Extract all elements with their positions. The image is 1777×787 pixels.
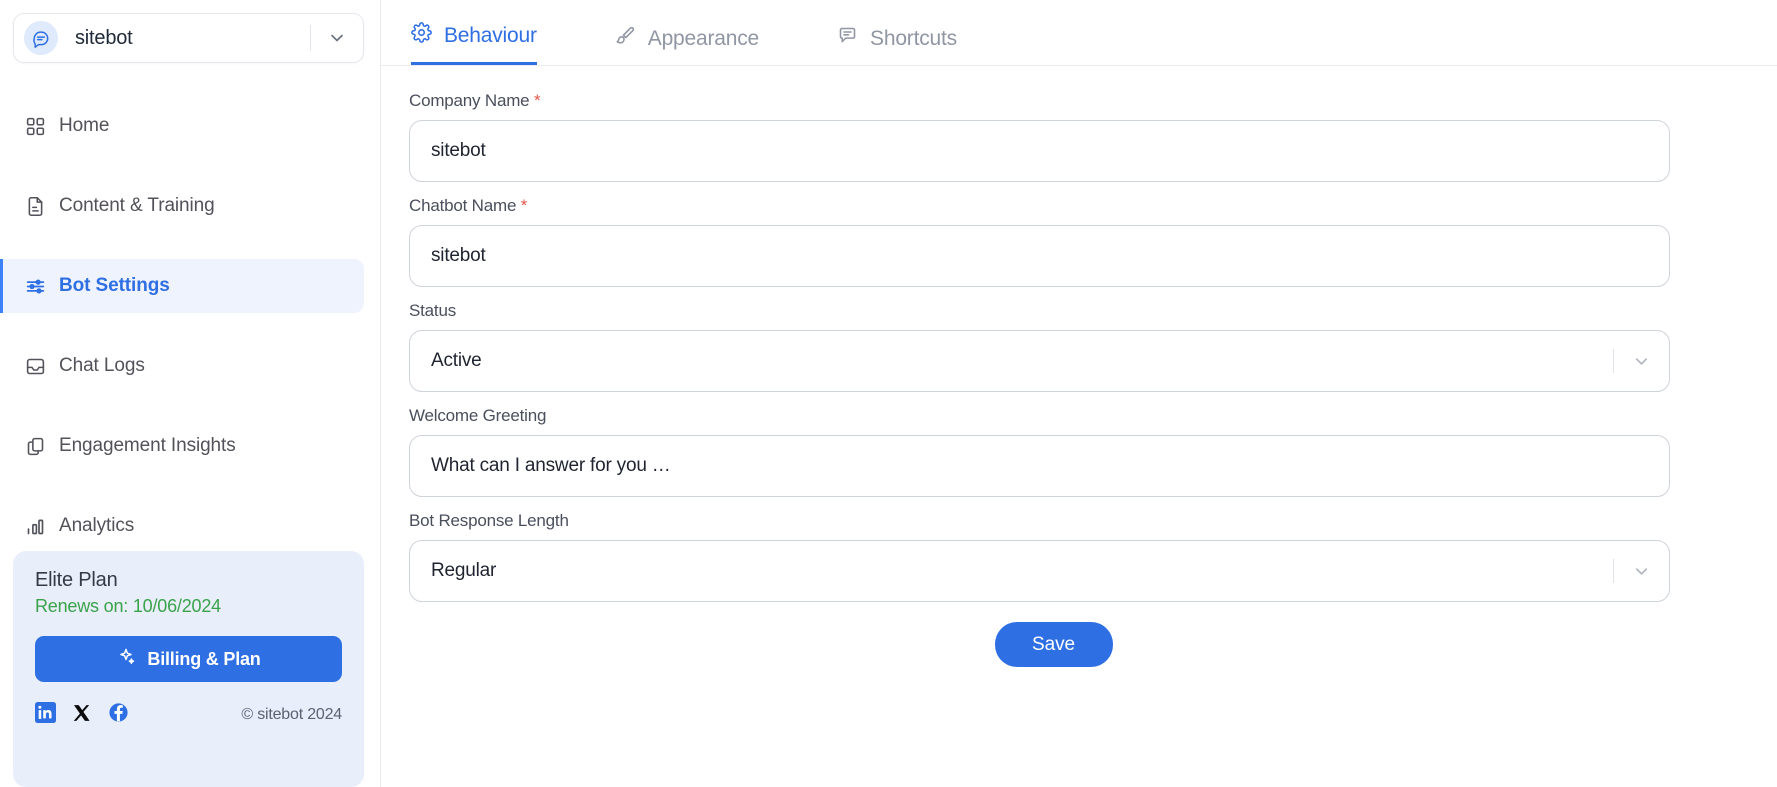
sidebar-item-label: Content & Training (59, 195, 215, 217)
spacer (0, 393, 380, 419)
status-select[interactable]: Active (409, 330, 1670, 392)
plan-renewal-date: Renews on: 10/06/2024 (35, 596, 342, 617)
behaviour-form: Company Name * sitebot Chatbot Name * si… (381, 66, 1777, 667)
linkedin-icon[interactable] (35, 702, 56, 728)
status-value: Active (410, 350, 1613, 372)
chatbot-name-input[interactable]: sitebot (409, 225, 1670, 287)
x-twitter-icon[interactable] (72, 703, 92, 728)
chat-bubble-icon (24, 21, 58, 55)
tab-label: Appearance (648, 27, 759, 51)
field-label: Chatbot Name * (409, 196, 1777, 216)
sidebar-item-label: Bot Settings (59, 275, 170, 297)
spacer (0, 313, 380, 339)
sidebar-item-content-training[interactable]: Content & Training (0, 179, 364, 233)
bot-response-length-select[interactable]: Regular (409, 540, 1670, 602)
field-company-name: Company Name * sitebot (409, 91, 1777, 182)
spacer (0, 153, 380, 179)
save-button[interactable]: Save (995, 622, 1113, 667)
sidebar-item-label: Engagement Insights (59, 435, 236, 457)
app-root: sitebot Home (0, 0, 1777, 787)
tab-behaviour[interactable]: Behaviour (411, 22, 537, 65)
bot-selector[interactable]: sitebot (13, 13, 364, 63)
copyright-text: © sitebot 2024 (241, 706, 342, 724)
sidebar-item-home[interactable]: Home (0, 99, 364, 153)
sidebar-item-label: Analytics (59, 515, 134, 537)
main-content: Behaviour Appearance S (381, 0, 1777, 787)
inbox-icon (25, 356, 59, 377)
save-button-row: Save (409, 622, 1698, 667)
billing-and-plan-button[interactable]: Billing & Plan (35, 636, 342, 682)
grid-icon (25, 116, 59, 137)
field-label-text: Chatbot Name (409, 196, 516, 215)
bot-selector-name: sitebot (75, 27, 310, 50)
company-name-value: sitebot (410, 140, 1669, 162)
tab-label: Behaviour (444, 24, 537, 48)
welcome-greeting-value: What can I answer for you … (410, 455, 1669, 477)
chat-bubble-lines-icon (837, 25, 858, 52)
sparkles-icon (116, 647, 136, 672)
tab-appearance[interactable]: Appearance (615, 25, 759, 65)
required-asterisk: * (521, 196, 527, 215)
spacer (0, 473, 380, 499)
gear-icon (411, 22, 432, 49)
field-label-text: Bot Response Length (409, 511, 569, 530)
document-icon (25, 196, 59, 217)
sidebar: sitebot Home (0, 0, 381, 787)
sidebar-item-label: Chat Logs (59, 355, 145, 377)
bot-response-length-value: Regular (410, 560, 1613, 582)
sidebar-item-label: Home (59, 115, 109, 137)
plan-title: Elite Plan (35, 569, 342, 592)
field-status: Status Active (409, 301, 1777, 392)
sliders-icon (25, 276, 59, 297)
bar-chart-icon (25, 516, 59, 537)
tab-label: Shortcuts (870, 27, 957, 51)
sidebar-nav: Home Content & Training (0, 99, 380, 553)
field-chatbot-name: Chatbot Name * sitebot (409, 196, 1777, 287)
chatbot-name-value: sitebot (410, 245, 1669, 267)
chevron-down-icon[interactable] (1614, 352, 1669, 371)
chevron-down-icon[interactable] (1614, 562, 1669, 581)
company-name-input[interactable]: sitebot (409, 120, 1670, 182)
chevron-down-icon[interactable] (311, 28, 363, 48)
field-label: Welcome Greeting (409, 406, 1777, 426)
field-label: Bot Response Length (409, 511, 1777, 531)
field-bot-response-length: Bot Response Length Regular (409, 511, 1777, 602)
sidebar-item-analytics[interactable]: Analytics (0, 499, 364, 553)
facebook-icon[interactable] (108, 702, 129, 728)
field-label: Status (409, 301, 1777, 321)
field-label-text: Welcome Greeting (409, 406, 546, 425)
social-links: © sitebot 2024 (35, 702, 342, 728)
spacer (0, 233, 380, 259)
clipboard-copy-icon (25, 436, 59, 457)
paintbrush-icon (615, 25, 636, 52)
welcome-greeting-input[interactable]: What can I answer for you … (409, 435, 1670, 497)
required-asterisk: * (534, 91, 540, 110)
field-label-text: Status (409, 301, 456, 320)
tab-shortcuts[interactable]: Shortcuts (837, 25, 957, 65)
sidebar-item-bot-settings[interactable]: Bot Settings (0, 259, 364, 313)
tab-bar: Behaviour Appearance S (381, 0, 1777, 66)
field-label-text: Company Name (409, 91, 529, 110)
field-welcome-greeting: Welcome Greeting What can I answer for y… (409, 406, 1777, 497)
sidebar-item-chat-logs[interactable]: Chat Logs (0, 339, 364, 393)
billing-button-label: Billing & Plan (147, 649, 260, 670)
plan-card: Elite Plan Renews on: 10/06/2024 Billing… (13, 551, 364, 787)
sidebar-item-engagement-insights[interactable]: Engagement Insights (0, 419, 364, 473)
field-label: Company Name * (409, 91, 1777, 111)
